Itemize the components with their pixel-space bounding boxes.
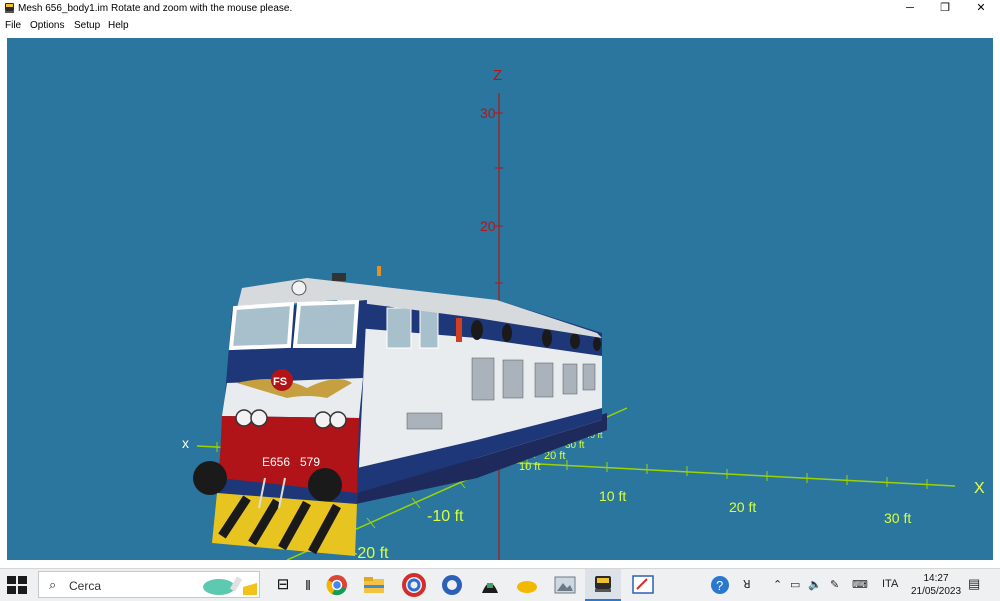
fs-logo-text: FS <box>273 376 287 388</box>
help-tray-icon[interactable]: ? <box>708 573 732 597</box>
z-tick-label: 30 <box>480 105 496 121</box>
ccleaner-icon[interactable] <box>402 573 426 597</box>
menu-file[interactable]: File <box>5 20 21 31</box>
loco-number-right: 579 <box>300 455 320 469</box>
onedrive-icon[interactable] <box>514 573 538 597</box>
taskbar: ⌕ Cerca ⊟ ‖ ? ꓤ ⌃ ▭ 🔈 ✎ ⌨ ITA 14:27 21/0… <box>0 568 1000 601</box>
task-view-icon[interactable]: ⊟ <box>271 573 295 597</box>
window-title: Mesh 656_body1.im <box>18 3 109 14</box>
x-tick-label: 20 ft <box>729 499 756 515</box>
menu-bar: File Options Setup Help <box>0 18 1000 34</box>
restore-button[interactable]: ❐ <box>927 0 963 18</box>
windows-start-icon[interactable] <box>6 575 28 595</box>
x-axis-neg-label: x <box>182 435 189 451</box>
neg-tick-label: -10 ft <box>427 508 464 525</box>
window-hint: Rotate and zoom with the mouse please. <box>111 3 293 14</box>
neg-tick-label: -20 ft <box>352 545 389 560</box>
y-tick-label: 10 ft <box>519 461 540 473</box>
z-tick-label: 20 <box>480 218 496 234</box>
pen-icon[interactable]: ✎ <box>830 578 839 591</box>
loco-number-left: E656 <box>262 455 290 469</box>
search-highlight-icon <box>203 576 257 595</box>
people-icon[interactable]: ꓤ <box>743 578 751 591</box>
volume-icon[interactable]: 🔈 <box>808 578 822 591</box>
search-placeholder: Cerca <box>69 579 102 593</box>
chevron-up-icon[interactable]: ⌃ <box>773 578 782 591</box>
x-tick-label: 30 ft <box>884 510 911 526</box>
x-axis-label: X <box>974 480 985 497</box>
taskbar-search-box[interactable]: ⌕ Cerca <box>38 571 260 598</box>
close-button[interactable]: ✕ <box>963 0 999 18</box>
train-app-icon <box>5 3 14 13</box>
notifications-icon[interactable]: ▤ <box>968 576 980 592</box>
minimize-button[interactable]: ─ <box>892 0 928 18</box>
menu-setup[interactable]: Setup <box>74 20 100 31</box>
locomotive-model: FS E656 579 <box>193 266 607 556</box>
train-sim-icon[interactable] <box>478 573 502 597</box>
browser-icon[interactable] <box>440 573 464 597</box>
train-mesh-app-icon <box>595 576 611 592</box>
clock-time[interactable]: 14:27 <box>921 573 951 584</box>
file-explorer-icon[interactable] <box>362 573 386 597</box>
z-axis-label: Z <box>493 67 502 84</box>
x-tick-label: 10 ft <box>599 488 626 504</box>
chrome-icon[interactable] <box>325 573 349 597</box>
language-indicator[interactable]: ITA <box>882 578 898 590</box>
search-icon: ⌕ <box>49 577 57 592</box>
3d-viewport[interactable]: Z 30 20 x X 10 ft 20 ft 30 ft 10 ft 20 f… <box>7 38 993 560</box>
separator-icon: ‖ <box>305 577 311 593</box>
menu-options[interactable]: Options <box>30 20 64 31</box>
scene-canvas[interactable]: Z 30 20 x X 10 ft 20 ft 30 ft 10 ft 20 f… <box>7 38 993 560</box>
network-icon[interactable]: ▭ <box>790 578 800 591</box>
keyboard-icon[interactable]: ⌨ <box>852 578 868 591</box>
svg-text:?: ? <box>716 578 723 593</box>
image-viewer-icon[interactable] <box>553 573 577 597</box>
editor-app-icon[interactable] <box>631 573 655 597</box>
title-bar: Mesh 656_body1.im Rotate and zoom with t… <box>0 0 1000 18</box>
clock-date[interactable]: 21/05/2023 <box>905 586 967 597</box>
menu-help[interactable]: Help <box>108 20 129 31</box>
active-app-tab[interactable] <box>585 569 621 601</box>
